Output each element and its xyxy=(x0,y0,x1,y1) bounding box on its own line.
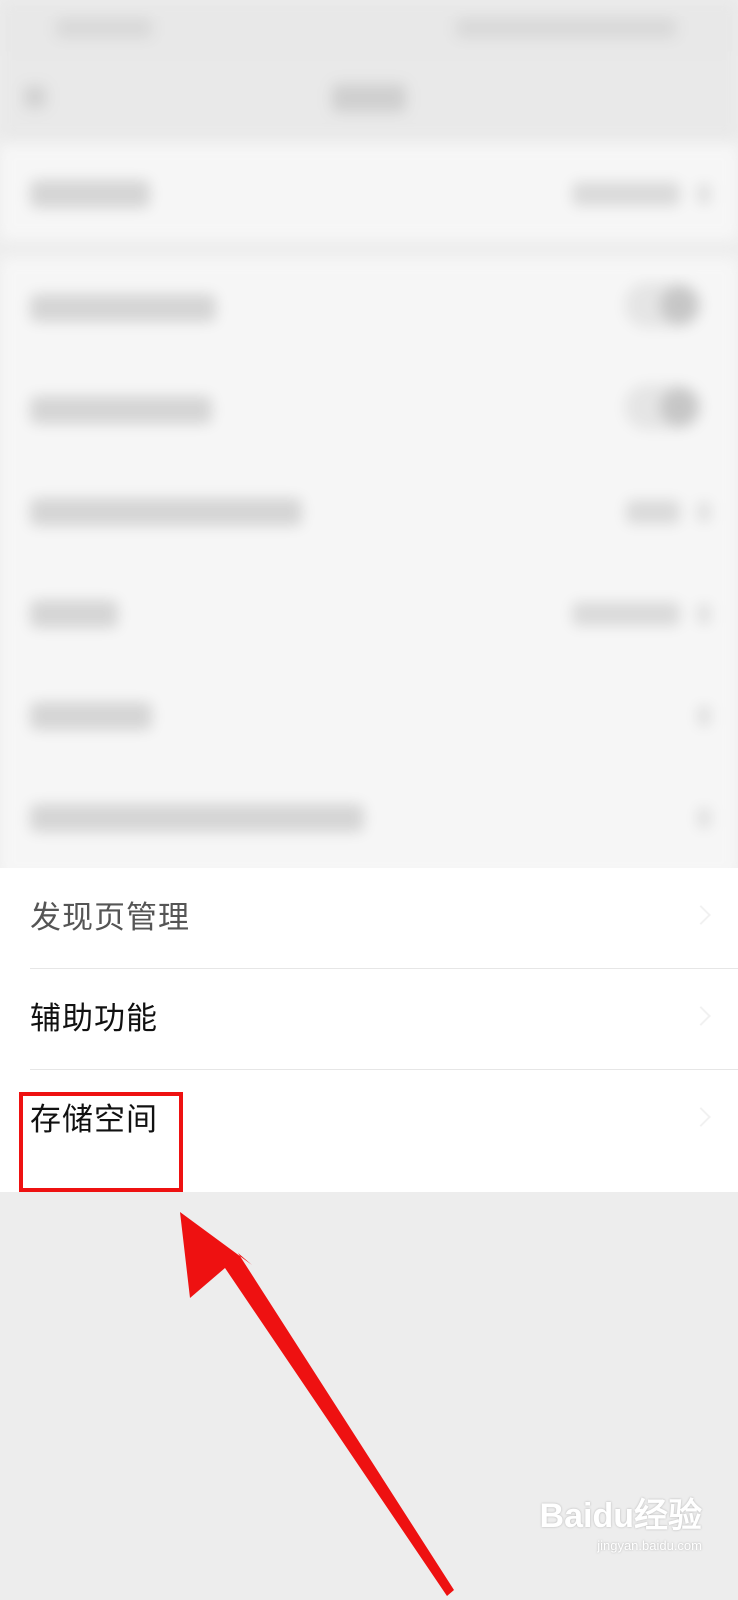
blurred-row[interactable] xyxy=(0,768,738,868)
watermark-brand: Baidu经验 xyxy=(539,1497,702,1535)
blurred-row[interactable] xyxy=(0,666,738,766)
settings-item-accessibility[interactable]: 辅助功能 xyxy=(0,969,738,1070)
row-value-placeholder xyxy=(572,602,680,626)
blurred-row[interactable] xyxy=(0,564,738,664)
status-icons-placeholder xyxy=(456,18,676,38)
row-label-placeholder xyxy=(30,498,302,526)
chevron-right-icon xyxy=(698,604,710,624)
row-label-placeholder xyxy=(30,294,216,322)
row-label-placeholder xyxy=(30,804,364,832)
settings-group-top xyxy=(0,144,738,240)
nav-bar xyxy=(0,56,738,140)
blurred-row[interactable] xyxy=(0,144,738,244)
chevron-right-icon xyxy=(698,184,710,204)
settings-item-label: 辅助功能 xyxy=(30,1001,158,1037)
row-label-placeholder xyxy=(30,702,152,730)
row-label-placeholder xyxy=(30,396,212,424)
chevron-right-icon xyxy=(691,905,711,925)
row-value-placeholder xyxy=(626,500,680,524)
settings-item-label: 发现页管理 xyxy=(30,900,190,936)
blurred-row[interactable] xyxy=(0,258,738,358)
watermark: Baidu经验 jingyan.baidu.com xyxy=(540,1498,702,1554)
chevron-right-icon xyxy=(698,808,710,828)
chevron-right-icon xyxy=(698,706,710,726)
nav-title-placeholder xyxy=(332,84,406,112)
screen: 发现页管理 辅助功能 存储空间 Baidu经验 jingyan.baidu.co… xyxy=(0,0,738,1600)
chevron-right-icon xyxy=(691,1006,711,1026)
highlight-box xyxy=(19,1092,183,1192)
settings-group-main xyxy=(0,258,738,878)
row-value-placeholder xyxy=(572,182,680,206)
toggle-switch[interactable] xyxy=(624,384,702,430)
arrow-icon xyxy=(180,1212,454,1596)
row-label-placeholder xyxy=(30,180,150,208)
blurred-row[interactable] xyxy=(0,360,738,460)
settings-item-discover-manage[interactable]: 发现页管理 xyxy=(0,868,738,969)
blurred-region xyxy=(0,0,738,880)
status-time-placeholder xyxy=(56,18,152,38)
chevron-right-icon xyxy=(691,1107,711,1127)
row-label-placeholder xyxy=(30,600,118,628)
watermark-url: jingyan.baidu.com xyxy=(597,1538,702,1553)
toggle-switch[interactable] xyxy=(624,282,702,328)
back-icon[interactable] xyxy=(24,86,46,108)
blurred-row[interactable] xyxy=(0,462,738,562)
status-bar xyxy=(0,0,738,56)
chevron-right-icon xyxy=(698,502,710,522)
